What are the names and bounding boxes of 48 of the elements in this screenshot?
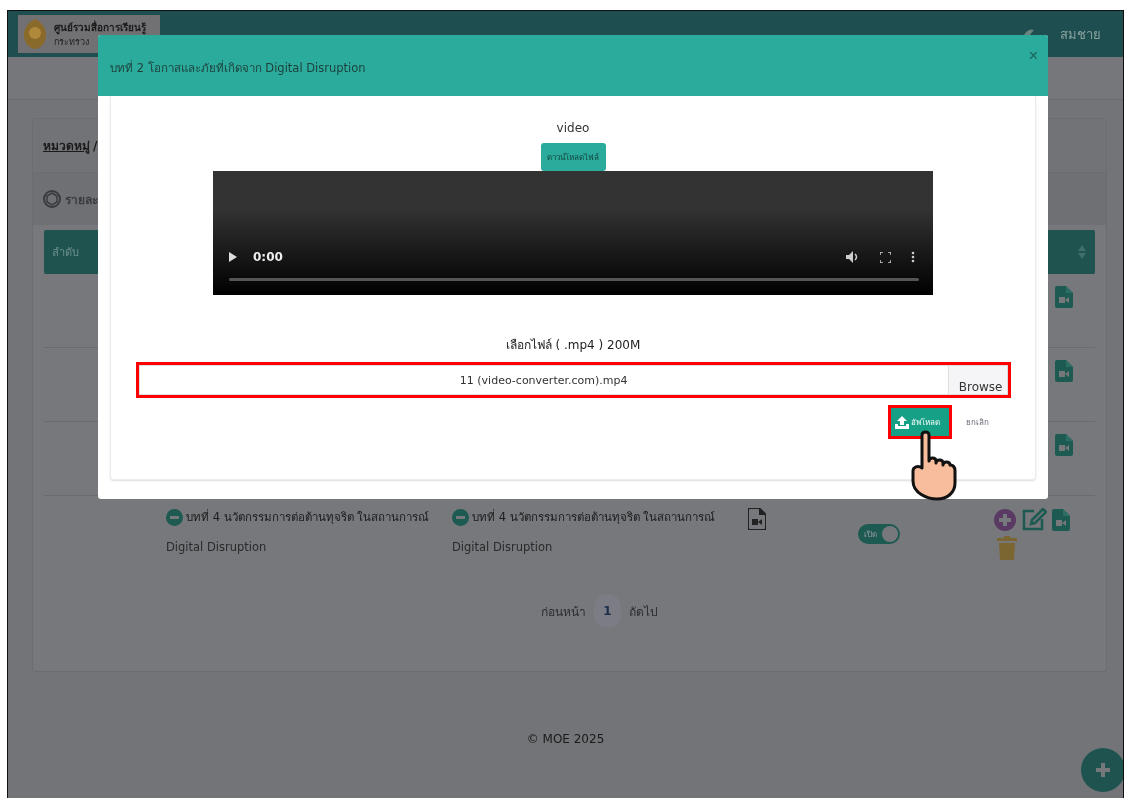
user-name[interactable]: สมชาย bbox=[1060, 23, 1101, 45]
lesson-subtitle: Digital Disruption bbox=[166, 540, 268, 554]
download-button[interactable]: ดาวน์โหลดไฟล์ bbox=[540, 143, 606, 171]
cancel-button[interactable]: ยกเลิก bbox=[966, 415, 989, 429]
previous-link[interactable]: ก่อนหน้า bbox=[541, 601, 586, 621]
dialog-title: บทที่ 2 โอกาสและภัยที่เกิดจาก Digital Disruption bbox=[110, 59, 366, 77]
more-icon[interactable] bbox=[911, 251, 915, 263]
video-file-icon[interactable] bbox=[1055, 286, 1073, 308]
hand-pointer-icon bbox=[910, 429, 958, 501]
edit-icon[interactable] bbox=[1021, 508, 1047, 532]
next-link[interactable]: ถัดไป bbox=[629, 601, 658, 621]
browse-button[interactable]: Browse bbox=[947, 366, 1007, 394]
upload-icon bbox=[895, 415, 909, 429]
minus-circle-icon[interactable] bbox=[166, 508, 183, 526]
video-file-icon[interactable] bbox=[1052, 509, 1070, 531]
file-label: เลือกไฟล์ ( .mp4 ) 200M bbox=[505, 337, 641, 354]
progress-track[interactable] bbox=[229, 278, 919, 281]
plus-circle-icon[interactable] bbox=[994, 509, 1016, 531]
emblem-icon bbox=[22, 18, 48, 50]
volume-icon[interactable] bbox=[846, 251, 860, 263]
file-input[interactable]: 11 (video-converter.com).mp4 Browse bbox=[138, 365, 1008, 395]
footer-text: © MOE 2025 bbox=[526, 732, 605, 746]
video-file-icon[interactable] bbox=[1055, 434, 1073, 456]
org-subtitle: กระทรวง bbox=[54, 35, 90, 49]
plus-icon bbox=[1096, 763, 1110, 777]
page-button[interactable]: 1 bbox=[594, 594, 621, 628]
lesson-subtitle: Digital Disruption bbox=[452, 540, 554, 554]
column-header[interactable]: ลำดับ bbox=[52, 243, 79, 261]
breadcrumb-link[interactable]: หมวดหมู่ bbox=[43, 136, 90, 155]
trash-icon[interactable] bbox=[997, 536, 1017, 560]
video-file-icon[interactable] bbox=[748, 508, 766, 530]
play-icon[interactable] bbox=[229, 252, 237, 262]
lesson-title: บทที่ 4 นวัตกรรมการต่อต้านทุจริต ในสถานการณ์ bbox=[472, 508, 716, 526]
sort-icon[interactable] bbox=[1077, 244, 1087, 260]
breadcrumb-separator: / bbox=[93, 138, 98, 153]
video-player[interactable]: 0:00 bbox=[213, 171, 933, 295]
upload-button[interactable]: อัพโหลด bbox=[891, 408, 949, 436]
minus-circle-icon[interactable] bbox=[452, 508, 469, 526]
video-file-icon[interactable] bbox=[1055, 360, 1073, 382]
lesson-title: บทที่ 4 นวัตกรรมการต่อต้านทุจริต ในสถานการณ์ bbox=[186, 508, 430, 526]
status-toggle[interactable]: เปิด bbox=[858, 524, 900, 544]
fullscreen-icon[interactable] bbox=[880, 251, 891, 263]
org-name: ศูนย์รวมสื่อการเรียนรู้ bbox=[54, 19, 146, 35]
add-button[interactable] bbox=[1081, 748, 1123, 792]
close-button[interactable]: × bbox=[1028, 47, 1038, 65]
video-time: 0:00 bbox=[253, 250, 283, 264]
media-label: video bbox=[556, 121, 590, 135]
cube-icon bbox=[43, 190, 61, 208]
